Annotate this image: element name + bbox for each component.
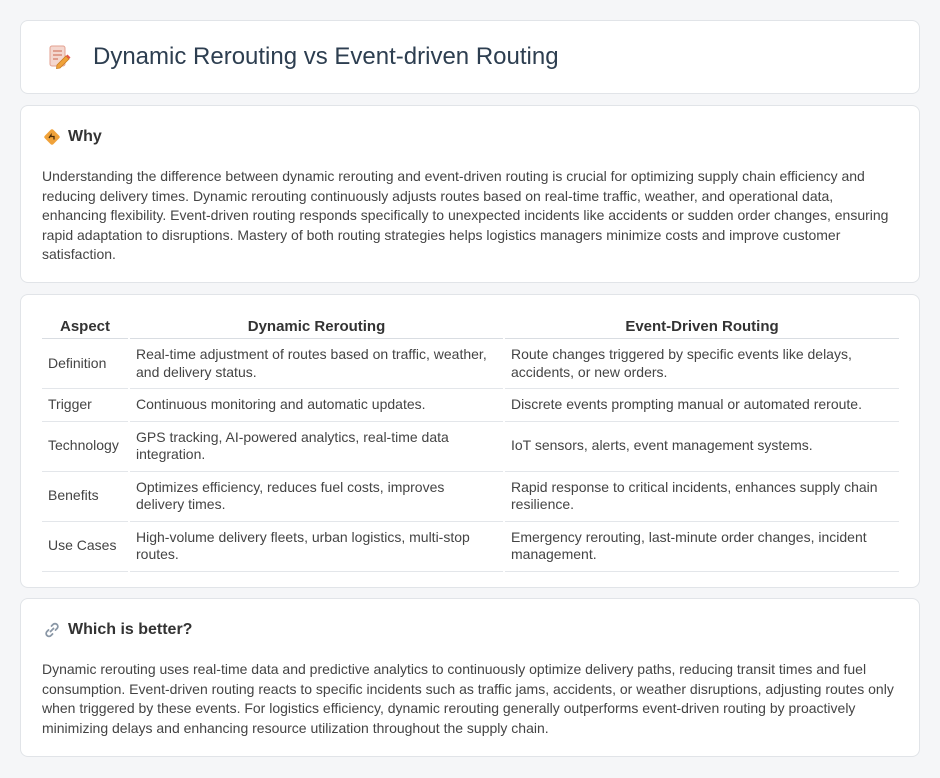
better-heading: Which is better? <box>43 621 192 639</box>
table-row: Trigger Continuous monitoring and automa… <box>42 388 899 422</box>
why-heading: Why <box>43 128 102 146</box>
aspect-cell: Technology <box>42 421 129 472</box>
dynamic-cell: Real-time adjustment of routes based on … <box>128 338 504 389</box>
comparison-section: Aspect Dynamic Rerouting Event-Driven Ro… <box>20 294 920 588</box>
title-row: Dynamic Rerouting vs Event-driven Routin… <box>45 43 559 71</box>
link-icon <box>45 622 59 638</box>
page: Dynamic Rerouting vs Event-driven Routin… <box>0 0 940 778</box>
comparison-table: Aspect Dynamic Rerouting Event-Driven Ro… <box>42 314 899 572</box>
header-aspect: Aspect <box>42 314 129 339</box>
aspect-cell: Trigger <box>42 388 129 422</box>
signpost-icon <box>44 129 60 145</box>
dynamic-cell: Optimizes efficiency, reduces fuel costs… <box>128 471 504 522</box>
table-row: Benefits Optimizes efficiency, reduces f… <box>42 471 899 522</box>
aspect-cell: Benefits <box>42 471 129 522</box>
why-title: Why <box>68 128 102 145</box>
event-cell: Emergency rerouting, last-minute order c… <box>503 521 899 572</box>
title-card: Dynamic Rerouting vs Event-driven Routin… <box>20 20 920 94</box>
which-is-better-section: Which is better? Dynamic rerouting uses … <box>20 598 920 757</box>
table-header-row: Aspect Dynamic Rerouting Event-Driven Ro… <box>42 314 899 339</box>
header-dynamic-rerouting: Dynamic Rerouting <box>128 314 504 339</box>
document-pencil-icon <box>49 45 71 69</box>
event-cell: Discrete events prompting manual or auto… <box>503 388 899 422</box>
aspect-cell: Definition <box>42 338 129 389</box>
better-title: Which is better? <box>68 621 193 638</box>
table-row: Use Cases High-volume delivery fleets, u… <box>42 521 899 572</box>
aspect-cell: Use Cases <box>42 521 129 572</box>
header-event-driven-routing: Event-Driven Routing <box>503 314 899 339</box>
table-row: Definition Real-time adjustment of route… <box>42 338 899 389</box>
dynamic-cell: High-volume delivery fleets, urban logis… <box>128 521 504 572</box>
dynamic-cell: GPS tracking, AI-powered analytics, real… <box>128 421 504 472</box>
table-row: Technology GPS tracking, AI-powered anal… <box>42 421 899 472</box>
why-text: Understanding the difference between dyn… <box>42 168 889 262</box>
event-cell: Rapid response to critical incidents, en… <box>503 471 899 522</box>
dynamic-cell: Continuous monitoring and automatic upda… <box>128 388 504 422</box>
why-section: Why Understanding the difference between… <box>20 105 920 283</box>
event-cell: Route changes triggered by specific even… <box>503 338 899 389</box>
better-text: Dynamic rerouting uses real-time data an… <box>42 661 894 736</box>
page-title: Dynamic Rerouting vs Event-driven Routin… <box>93 43 559 70</box>
event-cell: IoT sensors, alerts, event management sy… <box>503 421 899 472</box>
